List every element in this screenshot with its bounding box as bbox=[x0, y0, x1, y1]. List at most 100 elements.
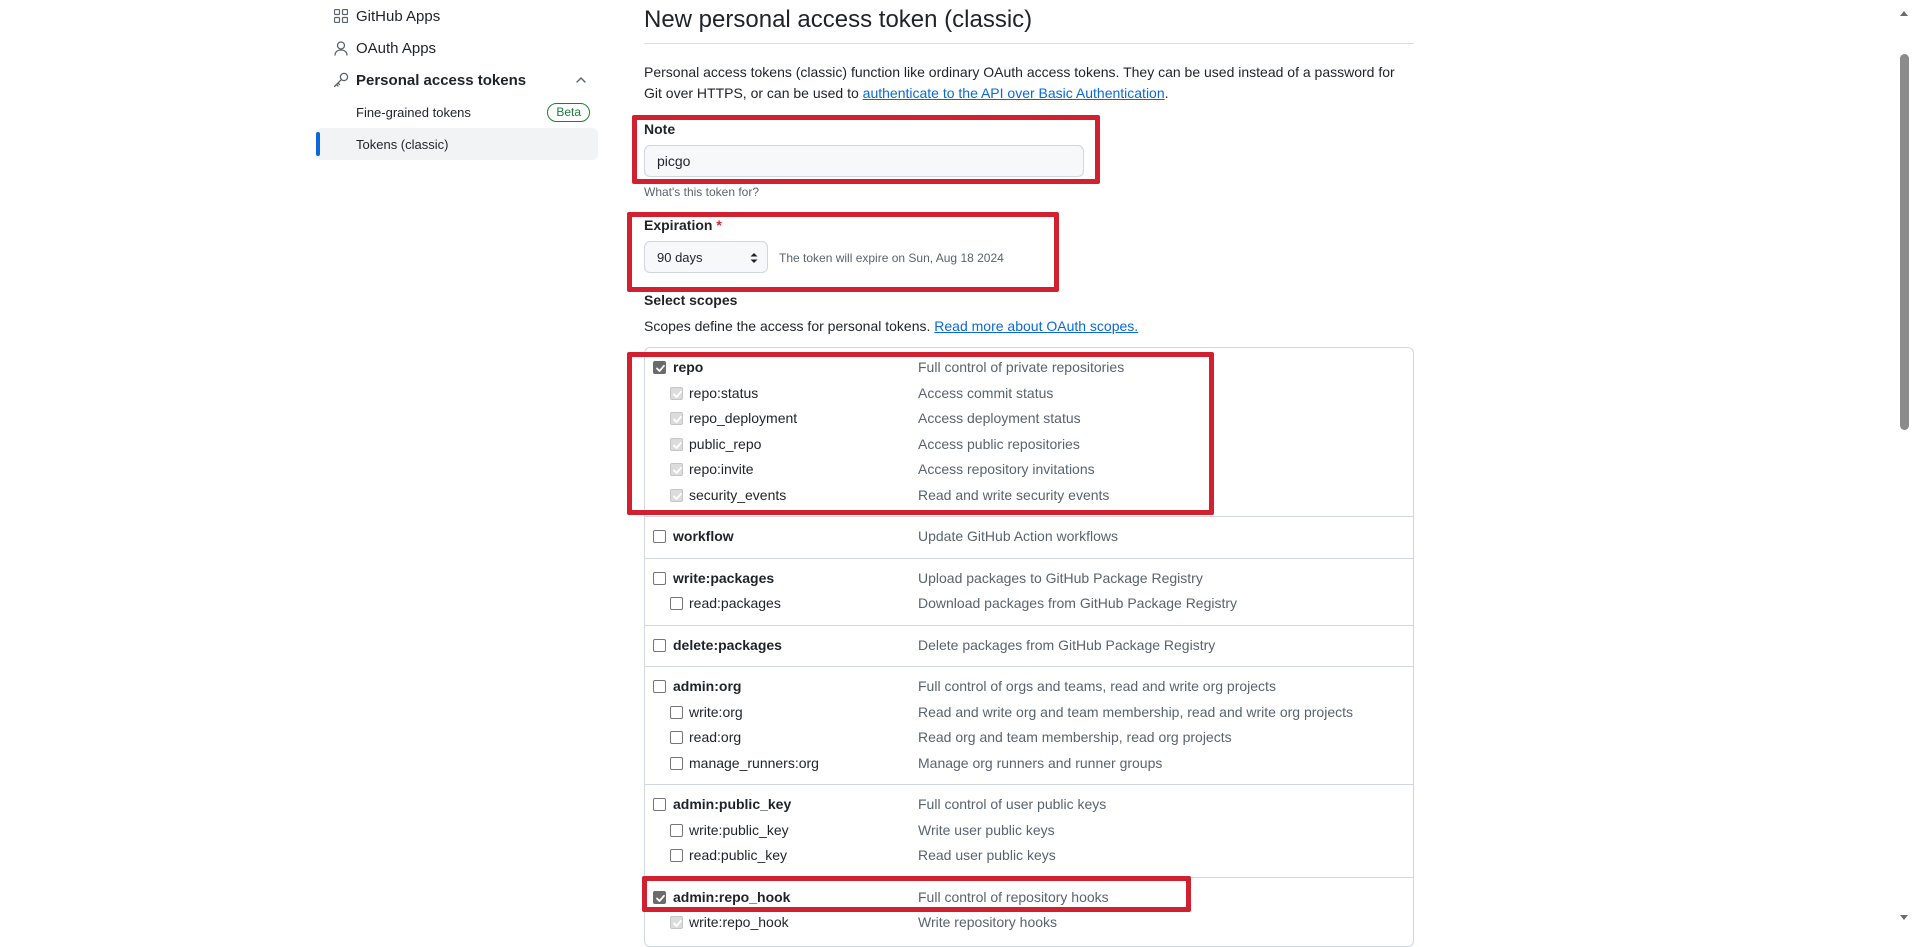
scope-description: Full control of user public keys bbox=[918, 796, 1107, 812]
scope-description: Read and write org and team membership, … bbox=[918, 703, 1353, 720]
expiration-label: Expiration * bbox=[644, 217, 722, 233]
scope-checkbox[interactable] bbox=[670, 756, 683, 770]
sidebar-subitem-fine-grained-tokens[interactable]: Fine-grained tokens Beta bbox=[316, 96, 598, 128]
expiration-selected-value: 90 days bbox=[657, 249, 703, 265]
scope-row[interactable]: admin:org Full control of orgs and teams,… bbox=[645, 674, 1413, 700]
scrollbar-thumb[interactable] bbox=[1900, 54, 1909, 430]
scope-row[interactable]: repo:invite Access repository invitations bbox=[645, 457, 1413, 483]
scope-row[interactable]: write:org Read and write org and team mem… bbox=[645, 700, 1413, 726]
scope-checkbox[interactable] bbox=[653, 638, 666, 652]
scope-description: Upload packages to GitHub Package Regist… bbox=[918, 569, 1203, 586]
scope-group: admin:repo_hook Full control of repositor… bbox=[645, 878, 1413, 944]
scope-name: repo bbox=[673, 359, 704, 375]
scope-row[interactable]: read:org Read org and team membership, re… bbox=[645, 725, 1413, 751]
scope-description: Read and write security events bbox=[918, 486, 1110, 503]
scope-checkbox[interactable] bbox=[653, 680, 666, 693]
scope-row[interactable]: admin:repo_hook Full control of repositor… bbox=[645, 885, 1413, 911]
scope-row[interactable]: repo:status Access commit status bbox=[645, 381, 1413, 407]
scope-name: write:packages bbox=[673, 569, 775, 586]
scope-checkbox[interactable] bbox=[670, 823, 683, 837]
scopes-list: repo Full control of private repositories… bbox=[644, 347, 1414, 947]
page-scrollbar[interactable] bbox=[1896, 0, 1912, 924]
page-title: New personal access token (classic) bbox=[644, 6, 1033, 33]
chevron-up-icon[interactable] bbox=[574, 73, 588, 87]
scope-checkbox[interactable] bbox=[653, 890, 666, 904]
sidebar-subitem-tokens-classic[interactable]: Tokens (classic) bbox=[316, 128, 598, 160]
scope-row[interactable]: workflow Update GitHub Action workflows bbox=[645, 524, 1413, 550]
oauth-scopes-link[interactable]: Read more about OAuth scopes. bbox=[934, 318, 1138, 334]
scope-checkbox[interactable] bbox=[670, 463, 683, 476]
scope-name: workflow bbox=[673, 528, 734, 544]
scope-row[interactable]: write:repo_hook Write repository hooks bbox=[645, 910, 1413, 936]
basic-auth-link[interactable]: authenticate to the API over Basic Authe… bbox=[863, 85, 1165, 101]
scope-name: write:public_key bbox=[689, 821, 789, 838]
scope-checkbox[interactable] bbox=[670, 705, 683, 719]
scope-checkbox[interactable] bbox=[670, 412, 683, 425]
scroll-down-arrow-icon[interactable] bbox=[1900, 908, 1908, 926]
scope-row[interactable]: write:packages Upload packages to GitHub … bbox=[645, 566, 1413, 592]
apps-grid-icon bbox=[333, 8, 349, 24]
scope-name: public_repo bbox=[689, 435, 762, 452]
scope-checkbox[interactable] bbox=[670, 597, 683, 610]
required-mark: * bbox=[716, 217, 722, 233]
scope-name: repo:status bbox=[689, 384, 759, 401]
scope-description: Read user public keys bbox=[918, 847, 1056, 863]
scope-name: admin:repo_hook bbox=[673, 888, 791, 905]
scope-description: Download packages from GitHub Package Re… bbox=[918, 595, 1238, 611]
scopes-label: Select scopes bbox=[644, 292, 738, 308]
scope-group: delete:packages Delete packages from GitH… bbox=[645, 626, 1413, 667]
sidebar-item-personal-access-tokens[interactable]: Personal access tokens bbox=[316, 64, 598, 96]
scope-name: security_events bbox=[689, 486, 787, 503]
scope-name: read:packages bbox=[689, 595, 781, 611]
scope-name: repo_deployment bbox=[689, 410, 798, 426]
beta-badge: Beta bbox=[547, 103, 590, 122]
person-icon bbox=[333, 40, 349, 56]
scope-checkbox[interactable] bbox=[670, 916, 683, 929]
sidebar-item-oauth-apps[interactable]: OAuth Apps bbox=[316, 32, 598, 64]
sidebar-subitem-label: Tokens (classic) bbox=[356, 136, 449, 152]
expiration-select[interactable]: 90 days bbox=[644, 241, 768, 273]
scope-description: Full control of repository hooks bbox=[918, 888, 1109, 905]
expiration-note: The token will expire on Sun, Aug 18 202… bbox=[779, 251, 1004, 265]
select-arrows-icon bbox=[749, 251, 759, 265]
scope-checkbox[interactable] bbox=[653, 530, 666, 543]
scope-checkbox[interactable] bbox=[653, 361, 666, 374]
scope-row[interactable]: repo_deployment Access deployment status bbox=[645, 406, 1413, 432]
note-label: Note bbox=[644, 121, 676, 137]
scope-checkbox[interactable] bbox=[653, 571, 666, 585]
expiration-label-text: Expiration bbox=[644, 217, 713, 233]
scope-row[interactable]: repo Full control of private repositories bbox=[645, 355, 1413, 381]
scroll-up-arrow-icon[interactable] bbox=[1900, 3, 1908, 21]
scope-row[interactable]: read:packages Download packages from GitH… bbox=[645, 591, 1413, 617]
scope-name: repo:invite bbox=[689, 461, 754, 477]
scope-checkbox[interactable] bbox=[670, 386, 683, 400]
scope-description: Access deployment status bbox=[918, 410, 1081, 426]
scope-row[interactable]: read:public_key Read user public keys bbox=[645, 843, 1413, 869]
sidebar-item-label: OAuth Apps bbox=[356, 39, 437, 57]
scope-group: workflow Update GitHub Action workflows bbox=[645, 517, 1413, 559]
scope-checkbox[interactable] bbox=[670, 488, 683, 502]
scope-checkbox[interactable] bbox=[670, 731, 683, 744]
scope-checkbox[interactable] bbox=[653, 798, 666, 811]
scope-row[interactable]: manage_runners:org Manage org runners and… bbox=[645, 751, 1413, 777]
scope-row[interactable]: delete:packages Delete packages from GitH… bbox=[645, 633, 1413, 659]
scope-name: admin:org bbox=[673, 678, 742, 694]
scope-group: write:packages Upload packages to GitHub … bbox=[645, 559, 1413, 626]
scope-description: Access commit status bbox=[918, 384, 1054, 401]
scope-description: Access public repositories bbox=[918, 435, 1080, 452]
scope-row[interactable]: admin:public_key Full control of user pub… bbox=[645, 792, 1413, 818]
scope-checkbox[interactable] bbox=[670, 437, 683, 451]
scopes-description: Scopes define the access for personal to… bbox=[644, 318, 1138, 334]
scope-checkbox[interactable] bbox=[670, 849, 683, 862]
scope-name: read:public_key bbox=[689, 847, 788, 863]
scope-description: Write repository hooks bbox=[918, 914, 1058, 930]
scope-row[interactable]: write:public_key Write user public keys bbox=[645, 818, 1413, 844]
scope-description: Write user public keys bbox=[918, 821, 1055, 838]
sidebar-item-github-apps[interactable]: GitHub Apps bbox=[316, 0, 598, 32]
note-input[interactable] bbox=[644, 145, 1084, 177]
scope-row[interactable]: security_events Read and write security e… bbox=[645, 483, 1413, 509]
intro-text: Personal access tokens (classic) functio… bbox=[644, 62, 1414, 104]
scope-description: Full control of orgs and teams, read and… bbox=[918, 678, 1276, 694]
scope-description: Delete packages from GitHub Package Regi… bbox=[918, 636, 1216, 653]
scope-row[interactable]: public_repo Access public repositories bbox=[645, 432, 1413, 458]
